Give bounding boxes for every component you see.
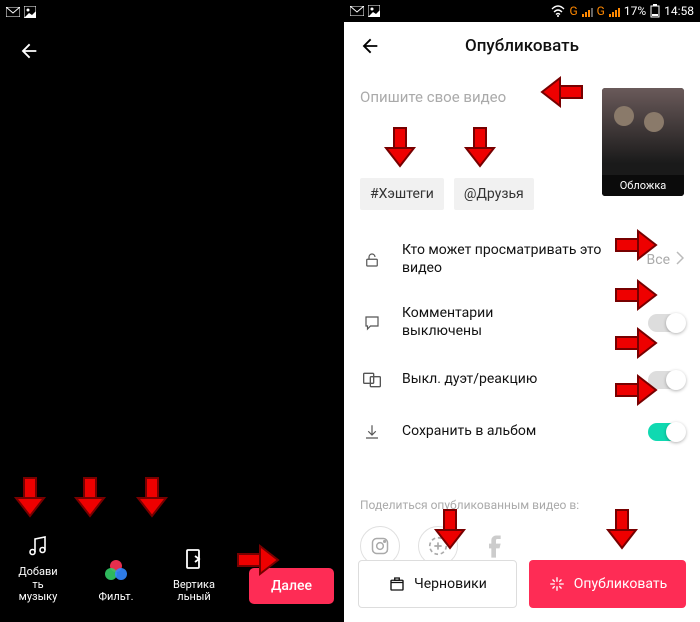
filters-button[interactable]: Фильт. xyxy=(88,557,144,604)
envelope-icon xyxy=(6,7,20,17)
comments-label: Комментарии выключены xyxy=(402,305,648,340)
signal-bars-icon xyxy=(609,5,620,17)
instagram-icon xyxy=(370,536,390,556)
drafts-label: Черновики xyxy=(414,576,487,592)
description-input[interactable]: Опишите свое видео xyxy=(360,88,588,106)
status-bar-right: G G 17% 14:58 xyxy=(344,0,700,22)
vertical-icon xyxy=(180,545,208,573)
chevron-right-icon xyxy=(676,250,684,269)
comment-icon xyxy=(360,311,384,335)
drafts-icon xyxy=(388,575,406,593)
clock: 14:58 xyxy=(664,4,694,18)
back-button[interactable] xyxy=(358,34,382,58)
arrow-left-icon xyxy=(359,35,381,57)
facebook-icon xyxy=(482,532,510,560)
save-toggle[interactable] xyxy=(648,423,684,441)
wifi-icon xyxy=(551,5,565,17)
friends-button[interactable]: @Друзья xyxy=(454,178,534,210)
drafts-button[interactable]: Черновики xyxy=(358,560,517,608)
net-label-1: G xyxy=(569,4,577,18)
privacy-row[interactable]: Кто может просматривать это видео Все xyxy=(360,228,684,291)
net-label-2: G xyxy=(597,4,605,18)
privacy-value: Все xyxy=(647,252,670,268)
duet-toggle[interactable] xyxy=(648,371,684,389)
cover-button[interactable]: Обложка xyxy=(602,88,684,196)
editor-toolbar: Добави ть музыку Фильт. Вертика льный Да… xyxy=(0,532,344,604)
duet-label: Выкл. дуэт/реакцию xyxy=(402,371,648,389)
comments-row[interactable]: Комментарии выключены xyxy=(360,291,684,354)
arrow-left-icon xyxy=(18,40,40,62)
publish-screen: G G 17% 14:58 Опубликовать Опишите свое … xyxy=(344,0,700,622)
page-title: Опубликовать xyxy=(465,36,579,56)
publish-label: Опубликовать xyxy=(574,576,668,592)
back-button[interactable] xyxy=(14,36,44,66)
stories-icon xyxy=(427,535,449,557)
sparkle-icon xyxy=(548,575,566,593)
battery-percent: 17% xyxy=(624,4,646,18)
publish-button[interactable]: Опубликовать xyxy=(529,560,686,608)
save-row[interactable]: Сохранить в альбом xyxy=(360,406,684,458)
privacy-label: Кто может просматривать это видео xyxy=(402,242,647,277)
image-icon xyxy=(24,6,36,18)
publish-header: Опубликовать xyxy=(344,22,700,70)
hashtags-button[interactable]: #Хэштеги xyxy=(360,178,444,210)
add-music-label: Добави ть музыку xyxy=(10,566,66,604)
status-bar-left xyxy=(0,0,344,24)
comments-toggle[interactable] xyxy=(648,314,684,332)
signal-bars-icon xyxy=(582,5,593,17)
next-button[interactable]: Далее xyxy=(249,568,334,604)
envelope-icon xyxy=(350,6,364,16)
vertical-label: Вертика льный xyxy=(166,579,222,604)
vertical-button[interactable]: Вертика льный xyxy=(166,545,222,604)
add-music-button[interactable]: Добави ть музыку xyxy=(10,532,66,604)
duet-icon xyxy=(360,368,384,392)
save-label: Сохранить в альбом xyxy=(402,423,648,441)
duet-row[interactable]: Выкл. дуэт/реакцию xyxy=(360,354,684,406)
editor-screen: Добави ть музыку Фильт. Вертика льный Да… xyxy=(0,0,344,622)
battery-icon xyxy=(650,4,660,18)
cover-label: Обложка xyxy=(602,175,684,196)
lock-icon xyxy=(360,248,384,272)
filters-label: Фильт. xyxy=(88,591,144,604)
music-note-icon xyxy=(24,532,52,560)
image-icon xyxy=(368,5,380,17)
download-icon xyxy=(360,420,384,444)
filters-icon xyxy=(102,557,130,585)
share-label: Поделиться опубликованным видео в: xyxy=(360,498,684,512)
